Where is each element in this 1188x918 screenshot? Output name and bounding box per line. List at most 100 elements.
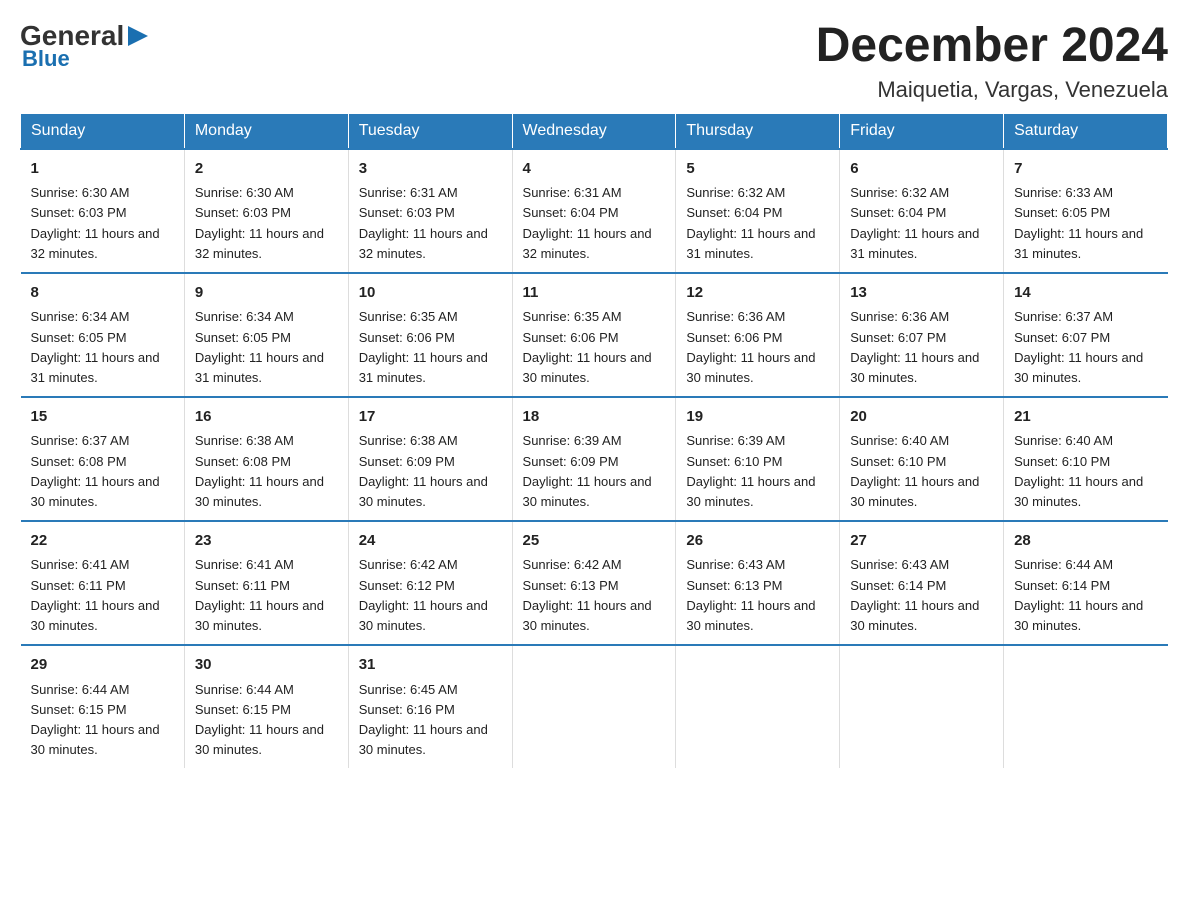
calendar-cell: 3Sunrise: 6:31 AMSunset: 6:03 PMDaylight… [348, 149, 512, 273]
calendar-cell: 1Sunrise: 6:30 AMSunset: 6:03 PMDaylight… [21, 149, 185, 273]
day-sun-info: Sunrise: 6:42 AMSunset: 6:13 PMDaylight:… [523, 557, 652, 632]
logo-blue-text: Blue [22, 46, 70, 72]
calendar-cell: 4 Sunrise: 6:31 AMSunset: 6:04 PMDaylight… [512, 149, 676, 273]
day-number: 4 [523, 158, 666, 181]
calendar-cell: 25Sunrise: 6:42 AMSunset: 6:13 PMDayligh… [512, 521, 676, 645]
day-sun-info: Sunrise: 6:41 AMSunset: 6:11 PMDaylight:… [31, 557, 160, 632]
calendar-week-1: 1Sunrise: 6:30 AMSunset: 6:03 PMDaylight… [21, 149, 1168, 273]
day-number: 24 [359, 530, 502, 553]
day-sun-info: Sunrise: 6:44 AMSunset: 6:15 PMDaylight:… [195, 682, 324, 757]
calendar-cell: 22 Sunrise: 6:41 AMSunset: 6:11 PMDayligh… [21, 521, 185, 645]
calendar-week-5: 29 Sunrise: 6:44 AMSunset: 6:15 PMDayligh… [21, 645, 1168, 768]
day-sun-info: Sunrise: 6:32 AMSunset: 6:04 PMDaylight:… [850, 185, 979, 260]
calendar-cell: 12 Sunrise: 6:36 AMSunset: 6:06 PMDayligh… [676, 273, 840, 397]
calendar-cell: 24 Sunrise: 6:42 AMSunset: 6:12 PMDayligh… [348, 521, 512, 645]
calendar-cell: 18Sunrise: 6:39 AMSunset: 6:09 PMDayligh… [512, 397, 676, 521]
day-sun-info: Sunrise: 6:30 AMSunset: 6:03 PMDaylight:… [31, 185, 160, 260]
day-sun-info: Sunrise: 6:41 AMSunset: 6:11 PMDaylight:… [195, 557, 324, 632]
day-number: 16 [195, 406, 338, 429]
day-number: 2 [195, 158, 338, 181]
day-number: 31 [359, 654, 502, 677]
day-number: 5 [686, 158, 829, 181]
day-sun-info: Sunrise: 6:31 AMSunset: 6:03 PMDaylight:… [359, 185, 488, 260]
day-sun-info: Sunrise: 6:34 AMSunset: 6:05 PMDaylight:… [31, 309, 160, 384]
day-number: 11 [523, 282, 666, 305]
day-sun-info: Sunrise: 6:44 AMSunset: 6:15 PMDaylight:… [31, 682, 160, 757]
day-sun-info: Sunrise: 6:38 AMSunset: 6:08 PMDaylight:… [195, 433, 324, 508]
title-block: December 2024 Maiquetia, Vargas, Venezue… [816, 20, 1168, 103]
calendar-cell [676, 645, 840, 768]
day-of-week-thursday: Thursday [676, 113, 840, 149]
day-sun-info: Sunrise: 6:39 AMSunset: 6:09 PMDaylight:… [523, 433, 652, 508]
day-number: 28 [1014, 530, 1157, 553]
logo: General Blue [20, 20, 152, 72]
day-sun-info: Sunrise: 6:43 AMSunset: 6:13 PMDaylight:… [686, 557, 815, 632]
day-sun-info: Sunrise: 6:38 AMSunset: 6:09 PMDaylight:… [359, 433, 488, 508]
calendar-cell: 27 Sunrise: 6:43 AMSunset: 6:14 PMDayligh… [840, 521, 1004, 645]
calendar-cell: 8 Sunrise: 6:34 AMSunset: 6:05 PMDaylight… [21, 273, 185, 397]
page-subtitle: Maiquetia, Vargas, Venezuela [816, 77, 1168, 103]
day-number: 19 [686, 406, 829, 429]
day-sun-info: Sunrise: 6:42 AMSunset: 6:12 PMDaylight:… [359, 557, 488, 632]
day-sun-info: Sunrise: 6:43 AMSunset: 6:14 PMDaylight:… [850, 557, 979, 632]
calendar-cell: 29 Sunrise: 6:44 AMSunset: 6:15 PMDayligh… [21, 645, 185, 768]
day-sun-info: Sunrise: 6:36 AMSunset: 6:07 PMDaylight:… [850, 309, 979, 384]
day-number: 12 [686, 282, 829, 305]
calendar-cell: 7Sunrise: 6:33 AMSunset: 6:05 PMDaylight… [1004, 149, 1168, 273]
day-of-week-saturday: Saturday [1004, 113, 1168, 149]
day-of-week-wednesday: Wednesday [512, 113, 676, 149]
calendar-cell: 19Sunrise: 6:39 AMSunset: 6:10 PMDayligh… [676, 397, 840, 521]
day-number: 29 [31, 654, 174, 677]
calendar-cell [840, 645, 1004, 768]
logo-arrow-icon [124, 22, 152, 50]
day-sun-info: Sunrise: 6:33 AMSunset: 6:05 PMDaylight:… [1014, 185, 1143, 260]
day-sun-info: Sunrise: 6:35 AMSunset: 6:06 PMDaylight:… [523, 309, 652, 384]
day-sun-info: Sunrise: 6:36 AMSunset: 6:06 PMDaylight:… [686, 309, 815, 384]
day-number: 17 [359, 406, 502, 429]
day-sun-info: Sunrise: 6:37 AMSunset: 6:08 PMDaylight:… [31, 433, 160, 508]
calendar-header: SundayMondayTuesdayWednesdayThursdayFrid… [21, 113, 1168, 149]
calendar-cell: 26 Sunrise: 6:43 AMSunset: 6:13 PMDayligh… [676, 521, 840, 645]
calendar-week-4: 22 Sunrise: 6:41 AMSunset: 6:11 PMDayligh… [21, 521, 1168, 645]
page-title: December 2024 [816, 20, 1168, 73]
day-of-week-tuesday: Tuesday [348, 113, 512, 149]
day-of-week-friday: Friday [840, 113, 1004, 149]
day-number: 22 [31, 530, 174, 553]
day-number: 21 [1014, 406, 1157, 429]
calendar-cell: 21 Sunrise: 6:40 AMSunset: 6:10 PMDayligh… [1004, 397, 1168, 521]
calendar-cell: 30 Sunrise: 6:44 AMSunset: 6:15 PMDayligh… [184, 645, 348, 768]
day-sun-info: Sunrise: 6:34 AMSunset: 6:05 PMDaylight:… [195, 309, 324, 384]
day-number: 30 [195, 654, 338, 677]
day-sun-info: Sunrise: 6:40 AMSunset: 6:10 PMDaylight:… [850, 433, 979, 508]
calendar-cell: 11 Sunrise: 6:35 AMSunset: 6:06 PMDayligh… [512, 273, 676, 397]
calendar-week-2: 8 Sunrise: 6:34 AMSunset: 6:05 PMDaylight… [21, 273, 1168, 397]
day-sun-info: Sunrise: 6:37 AMSunset: 6:07 PMDaylight:… [1014, 309, 1143, 384]
day-number: 9 [195, 282, 338, 305]
calendar-cell: 10 Sunrise: 6:35 AMSunset: 6:06 PMDayligh… [348, 273, 512, 397]
calendar-cell [1004, 645, 1168, 768]
calendar-cell: 20Sunrise: 6:40 AMSunset: 6:10 PMDayligh… [840, 397, 1004, 521]
day-sun-info: Sunrise: 6:40 AMSunset: 6:10 PMDaylight:… [1014, 433, 1143, 508]
days-of-week-row: SundayMondayTuesdayWednesdayThursdayFrid… [21, 113, 1168, 149]
day-number: 23 [195, 530, 338, 553]
day-number: 27 [850, 530, 993, 553]
calendar-cell: 13Sunrise: 6:36 AMSunset: 6:07 PMDayligh… [840, 273, 1004, 397]
calendar-table: SundayMondayTuesdayWednesdayThursdayFrid… [20, 113, 1168, 768]
calendar-cell: 5Sunrise: 6:32 AMSunset: 6:04 PMDaylight… [676, 149, 840, 273]
calendar-cell: 9 Sunrise: 6:34 AMSunset: 6:05 PMDaylight… [184, 273, 348, 397]
calendar-cell: 16 Sunrise: 6:38 AMSunset: 6:08 PMDayligh… [184, 397, 348, 521]
calendar-cell: 23 Sunrise: 6:41 AMSunset: 6:11 PMDayligh… [184, 521, 348, 645]
calendar-week-3: 15Sunrise: 6:37 AMSunset: 6:08 PMDayligh… [21, 397, 1168, 521]
day-sun-info: Sunrise: 6:30 AMSunset: 6:03 PMDaylight:… [195, 185, 324, 260]
day-sun-info: Sunrise: 6:45 AMSunset: 6:16 PMDaylight:… [359, 682, 488, 757]
day-sun-info: Sunrise: 6:31 AMSunset: 6:04 PMDaylight:… [523, 185, 652, 260]
day-number: 8 [31, 282, 174, 305]
day-number: 26 [686, 530, 829, 553]
day-number: 10 [359, 282, 502, 305]
day-sun-info: Sunrise: 6:35 AMSunset: 6:06 PMDaylight:… [359, 309, 488, 384]
page-header: General Blue December 2024 Maiquetia, Va… [20, 20, 1168, 103]
day-number: 6 [850, 158, 993, 181]
day-sun-info: Sunrise: 6:44 AMSunset: 6:14 PMDaylight:… [1014, 557, 1143, 632]
day-number: 14 [1014, 282, 1157, 305]
calendar-cell: 14 Sunrise: 6:37 AMSunset: 6:07 PMDayligh… [1004, 273, 1168, 397]
